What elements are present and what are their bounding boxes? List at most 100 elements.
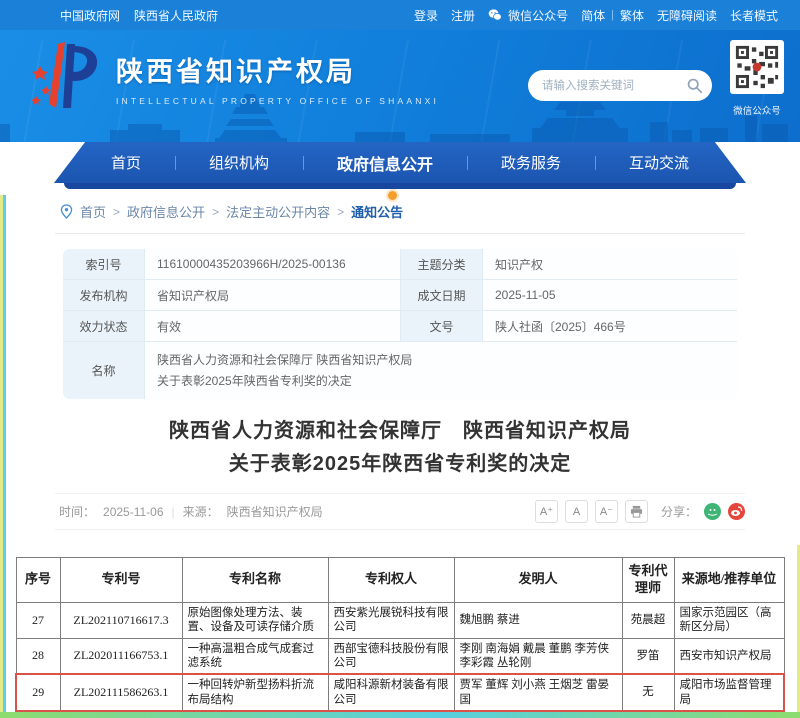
patent-award-table: 序号 专利号 专利名称 专利权人 发明人 专利代理师 来源地/推荐单位 27 Z… <box>15 557 785 718</box>
login-link[interactable]: 登录 <box>414 7 438 24</box>
qr-code <box>730 40 784 94</box>
nav-item-gov-info[interactable]: 政府信息公开 <box>303 151 467 175</box>
divider: | <box>172 505 175 519</box>
frame-edge-left-cyan <box>3 195 6 713</box>
accessibility-link[interactable]: 无障碍阅读 <box>657 7 717 24</box>
breadcrumb-gov-info[interactable]: 政府信息公开 <box>127 202 205 221</box>
divider: | <box>611 9 614 21</box>
col-header-source: 来源地/推荐单位 <box>674 558 784 603</box>
font-smaller-button[interactable]: A⁻ <box>595 500 618 523</box>
table-row-29-highlighted: 29 ZL202111586263.1 一种回转炉新型扬料折流布局结构 咸阳科源… <box>16 674 784 711</box>
link-shaanxi-gov[interactable]: 陕西省人民政府 <box>134 7 218 24</box>
cell-patentee: 咸阳科源新材装备有限公司 <box>328 674 454 711</box>
table-header-row: 序号 专利号 专利名称 专利权人 发明人 专利代理师 来源地/推荐单位 <box>16 558 784 603</box>
frame-edge-bottom <box>0 712 800 718</box>
doc-info-label: 发布机构 <box>63 280 145 311</box>
article-title-line1: 陕西省人力资源和社会保障厅 陕西省知识产权局 <box>0 415 800 448</box>
doc-issue-date: 2025-11-05 <box>483 280 738 311</box>
nav-item-interaction[interactable]: 互动交流 <box>595 152 723 173</box>
doc-issuing-agency: 省知识产权局 <box>145 280 401 311</box>
cell-inventors: 贾军 董辉 刘小燕 王烟芝 雷晏国 <box>454 674 622 711</box>
cell-patentee: 西部宝德科技股份有限公司 <box>328 638 454 674</box>
link-china-gov[interactable]: 中国政府网 <box>60 7 120 24</box>
search-icon[interactable] <box>686 77 703 94</box>
cell-patentee: 西安紫光展锐科技有限公司 <box>328 602 454 638</box>
wechat-entry[interactable]: 微信公众号 <box>488 7 568 24</box>
search-input[interactable] <box>528 70 712 101</box>
cell-source: 国家示范园区（高新区分局） <box>674 602 784 638</box>
article-title-line2: 关于表彰2025年陕西省专利奖的决定 <box>0 448 800 481</box>
table-row-28: 28 ZL202011166753.1 一种高温粗合成气成套过滤系统 西部宝德科… <box>16 638 784 674</box>
breadcrumb-separator: > <box>337 205 344 219</box>
elder-mode-link[interactable]: 长者模式 <box>730 7 778 24</box>
doc-topic-category: 知识产权 <box>483 249 738 280</box>
col-header-inventors: 发明人 <box>454 558 622 603</box>
location-pin-icon <box>60 204 73 219</box>
cell-source: 咸阳市场监督管理局 <box>674 674 784 711</box>
doc-info-label: 文号 <box>401 311 483 342</box>
qr-code-block: 微信公众号 <box>728 40 786 117</box>
section-divider <box>55 233 745 234</box>
nav-item-organization[interactable]: 组织机构 <box>175 152 303 173</box>
breadcrumb-home[interactable]: 首页 <box>80 202 106 221</box>
active-nav-indicator <box>388 191 397 200</box>
register-link[interactable]: 注册 <box>451 7 475 24</box>
doc-info-row: 发布机构 省知识产权局 成文日期 2025-11-05 <box>63 280 738 311</box>
printer-icon <box>630 505 643 518</box>
article-meta: 时间： 2025-11-06 | 来源： 陕西省知识产权局 <box>55 503 323 520</box>
cell-seq: 29 <box>16 674 60 711</box>
search-box <box>528 70 712 101</box>
wechat-link[interactable]: 微信公众号 <box>508 7 568 24</box>
publish-time: 2025-11-06 <box>103 505 164 519</box>
col-header-seq: 序号 <box>16 558 60 603</box>
print-button[interactable] <box>625 500 648 523</box>
breadcrumb-disclosure[interactable]: 法定主动公开内容 <box>226 202 330 221</box>
lang-switch: 简体 | 繁体 <box>581 7 644 24</box>
article-tools: A⁺ A A⁻ 分享： <box>535 500 745 523</box>
doc-info-label: 效力状态 <box>63 311 145 342</box>
doc-info-row: 索引号 11610000435203966H/2025-00136 主题分类 知… <box>63 249 738 280</box>
nav-item-services[interactable]: 政务服务 <box>467 152 595 173</box>
doc-info-row: 名称 陕西省人力资源和社会保障厅 陕西省知识产权局 关于表彰2025年陕西省专利… <box>63 342 738 400</box>
col-header-patentee: 专利权人 <box>328 558 454 603</box>
cell-agent: 罗笛 <box>622 638 674 674</box>
main-nav: 首页 组织机构 政府信息公开 政务服务 互动交流 <box>0 142 800 200</box>
share-weibo-icon[interactable] <box>728 503 745 520</box>
breadcrumb-notices[interactable]: 通知公告 <box>351 202 403 221</box>
cell-seq: 27 <box>16 602 60 638</box>
col-header-patent-no: 专利号 <box>60 558 182 603</box>
time-label: 时间： <box>59 503 95 520</box>
wechat-icon <box>488 8 502 22</box>
site-subtitle: INTELLECTUAL PROPERTY OFFICE OF SHAANXI <box>116 96 439 106</box>
doc-info-row: 效力状态 有效 文号 陕人社函〔2025〕466号 <box>63 311 738 342</box>
ipo-logo <box>26 38 110 116</box>
doc-validity-status: 有效 <box>145 311 401 342</box>
source-label: 来源： <box>183 503 219 520</box>
cell-patent-no: ZL202111586263.1 <box>60 674 182 711</box>
cell-source: 西安市知识产权局 <box>674 638 784 674</box>
share-wechat-icon[interactable] <box>704 503 721 520</box>
doc-info-label: 名称 <box>63 342 145 400</box>
article-meta-bar: 时间： 2025-11-06 | 来源： 陕西省知识产权局 A⁺ A A⁻ 分享： <box>55 493 745 530</box>
breadcrumb-separator: > <box>113 205 120 219</box>
cell-inventors: 李刚 南海娟 戴晨 董鹏 李芳侠 李彩霞 丛轮刚 <box>454 638 622 674</box>
doc-info-label: 索引号 <box>63 249 145 280</box>
cell-patent-name: 一种回转炉新型扬料折流布局结构 <box>182 674 328 711</box>
site-title: 陕西省知识产权局 <box>116 50 439 89</box>
doc-name: 陕西省人力资源和社会保障厅 陕西省知识产权局 关于表彰2025年陕西省专利奖的决… <box>145 342 738 400</box>
lang-simplified[interactable]: 简体 <box>581 7 605 24</box>
doc-index-number: 11610000435203966H/2025-00136 <box>145 249 401 280</box>
site-identity: 陕西省知识产权局 INTELLECTUAL PROPERTY OFFICE OF… <box>116 50 439 106</box>
banner: 陕西省知识产权局 INTELLECTUAL PROPERTY OFFICE OF… <box>0 30 800 142</box>
lang-traditional[interactable]: 繁体 <box>620 7 644 24</box>
breadcrumb-separator: > <box>212 205 219 219</box>
nav-bar: 首页 组织机构 政府信息公开 政务服务 互动交流 <box>54 142 746 183</box>
font-normal-button[interactable]: A <box>565 500 588 523</box>
topbar-left: 中国政府网 陕西省人民政府 <box>60 7 218 24</box>
nav-item-home[interactable]: 首页 <box>77 152 175 173</box>
font-larger-button[interactable]: A⁺ <box>535 500 558 523</box>
col-header-agent: 专利代理师 <box>622 558 674 603</box>
doc-reference-number: 陕人社函〔2025〕466号 <box>483 311 738 342</box>
publish-source: 陕西省知识产权局 <box>227 503 323 520</box>
doc-info-label: 成文日期 <box>401 280 483 311</box>
